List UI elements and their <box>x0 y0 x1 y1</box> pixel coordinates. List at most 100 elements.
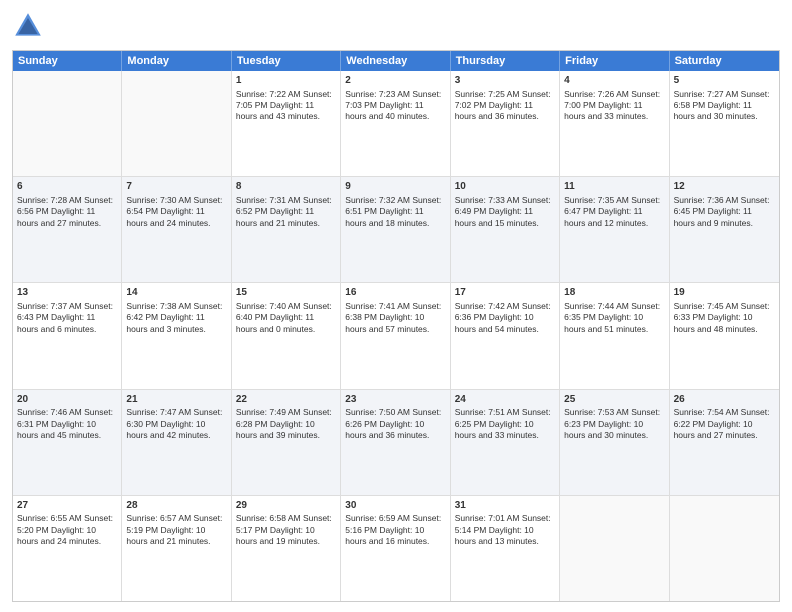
calendar-row: 6Sunrise: 7:28 AM Sunset: 6:56 PM Daylig… <box>13 177 779 283</box>
sunrise-text: Sunrise: 7:25 AM <box>455 89 520 99</box>
day-number: 28 <box>126 499 226 513</box>
day-number: 20 <box>17 393 117 407</box>
calendar-cell: 26Sunrise: 7:54 AM Sunset: 6:22 PM Dayli… <box>670 390 779 495</box>
calendar-body: 1Sunrise: 7:22 AM Sunset: 7:05 PM Daylig… <box>13 71 779 601</box>
logo-icon <box>12 10 44 42</box>
calendar-cell: 3Sunrise: 7:25 AM Sunset: 7:02 PM Daylig… <box>451 71 560 176</box>
day-number: 26 <box>674 393 775 407</box>
sunrise-text: Sunrise: 7:50 AM <box>345 407 410 417</box>
calendar-cell: 30Sunrise: 6:59 AM Sunset: 5:16 PM Dayli… <box>341 496 450 601</box>
calendar-cell: 8Sunrise: 7:31 AM Sunset: 6:52 PM Daylig… <box>232 177 341 282</box>
calendar-cell: 5Sunrise: 7:27 AM Sunset: 6:58 PM Daylig… <box>670 71 779 176</box>
empty-cell <box>670 496 779 601</box>
calendar-row: 27Sunrise: 6:55 AM Sunset: 5:20 PM Dayli… <box>13 496 779 601</box>
day-number: 19 <box>674 286 775 300</box>
sunrise-text: Sunrise: 7:23 AM <box>345 89 410 99</box>
sunrise-text: Sunrise: 7:41 AM <box>345 301 410 311</box>
sunrise-text: Sunrise: 7:38 AM <box>126 301 191 311</box>
calendar-cell: 24Sunrise: 7:51 AM Sunset: 6:25 PM Dayli… <box>451 390 560 495</box>
calendar-cell: 16Sunrise: 7:41 AM Sunset: 6:38 PM Dayli… <box>341 283 450 388</box>
sunrise-text: Sunrise: 7:46 AM <box>17 407 82 417</box>
day-number: 6 <box>17 180 117 194</box>
sunrise-text: Sunrise: 7:44 AM <box>564 301 629 311</box>
sunrise-text: Sunrise: 7:33 AM <box>455 195 520 205</box>
day-number: 8 <box>236 180 336 194</box>
day-number: 21 <box>126 393 226 407</box>
day-number: 18 <box>564 286 664 300</box>
day-number: 15 <box>236 286 336 300</box>
sunrise-text: Sunrise: 7:31 AM <box>236 195 301 205</box>
empty-cell <box>122 71 231 176</box>
calendar-row: 20Sunrise: 7:46 AM Sunset: 6:31 PM Dayli… <box>13 390 779 496</box>
page: SundayMondayTuesdayWednesdayThursdayFrid… <box>0 0 792 612</box>
calendar-cell: 25Sunrise: 7:53 AM Sunset: 6:23 PM Dayli… <box>560 390 669 495</box>
day-number: 11 <box>564 180 664 194</box>
calendar-cell: 22Sunrise: 7:49 AM Sunset: 6:28 PM Dayli… <box>232 390 341 495</box>
sunrise-text: Sunrise: 7:32 AM <box>345 195 410 205</box>
sunrise-text: Sunrise: 7:45 AM <box>674 301 739 311</box>
calendar-row: 13Sunrise: 7:37 AM Sunset: 6:43 PM Dayli… <box>13 283 779 389</box>
day-number: 29 <box>236 499 336 513</box>
calendar-cell: 23Sunrise: 7:50 AM Sunset: 6:26 PM Dayli… <box>341 390 450 495</box>
day-of-week-header: Wednesday <box>341 51 450 71</box>
sunrise-text: Sunrise: 7:51 AM <box>455 407 520 417</box>
calendar-cell: 4Sunrise: 7:26 AM Sunset: 7:00 PM Daylig… <box>560 71 669 176</box>
day-of-week-header: Saturday <box>670 51 779 71</box>
calendar: SundayMondayTuesdayWednesdayThursdayFrid… <box>12 50 780 602</box>
empty-cell <box>13 71 122 176</box>
calendar-cell: 19Sunrise: 7:45 AM Sunset: 6:33 PM Dayli… <box>670 283 779 388</box>
calendar-cell: 14Sunrise: 7:38 AM Sunset: 6:42 PM Dayli… <box>122 283 231 388</box>
day-number: 27 <box>17 499 117 513</box>
day-of-week-header: Monday <box>122 51 231 71</box>
sunrise-text: Sunrise: 7:35 AM <box>564 195 629 205</box>
sunrise-text: Sunrise: 7:42 AM <box>455 301 520 311</box>
day-number: 5 <box>674 74 775 88</box>
sunrise-text: Sunrise: 6:59 AM <box>345 513 410 523</box>
day-of-week-header: Thursday <box>451 51 560 71</box>
logo <box>12 10 48 42</box>
day-number: 10 <box>455 180 555 194</box>
calendar-header-row: SundayMondayTuesdayWednesdayThursdayFrid… <box>13 51 779 71</box>
calendar-cell: 9Sunrise: 7:32 AM Sunset: 6:51 PM Daylig… <box>341 177 450 282</box>
sunrise-text: Sunrise: 7:40 AM <box>236 301 301 311</box>
sunrise-text: Sunrise: 7:49 AM <box>236 407 301 417</box>
day-of-week-header: Friday <box>560 51 669 71</box>
day-number: 3 <box>455 74 555 88</box>
calendar-cell: 27Sunrise: 6:55 AM Sunset: 5:20 PM Dayli… <box>13 496 122 601</box>
calendar-cell: 31Sunrise: 7:01 AM Sunset: 5:14 PM Dayli… <box>451 496 560 601</box>
calendar-cell: 1Sunrise: 7:22 AM Sunset: 7:05 PM Daylig… <box>232 71 341 176</box>
calendar-cell: 11Sunrise: 7:35 AM Sunset: 6:47 PM Dayli… <box>560 177 669 282</box>
day-number: 24 <box>455 393 555 407</box>
day-number: 7 <box>126 180 226 194</box>
sunrise-text: Sunrise: 7:22 AM <box>236 89 301 99</box>
day-number: 22 <box>236 393 336 407</box>
calendar-cell: 28Sunrise: 6:57 AM Sunset: 5:19 PM Dayli… <box>122 496 231 601</box>
day-number: 17 <box>455 286 555 300</box>
day-number: 4 <box>564 74 664 88</box>
sunrise-text: Sunrise: 7:36 AM <box>674 195 739 205</box>
sunrise-text: Sunrise: 7:47 AM <box>126 407 191 417</box>
calendar-cell: 18Sunrise: 7:44 AM Sunset: 6:35 PM Dayli… <box>560 283 669 388</box>
day-number: 23 <box>345 393 445 407</box>
day-number: 2 <box>345 74 445 88</box>
sunrise-text: Sunrise: 6:58 AM <box>236 513 301 523</box>
sunrise-text: Sunrise: 7:28 AM <box>17 195 82 205</box>
calendar-cell: 7Sunrise: 7:30 AM Sunset: 6:54 PM Daylig… <box>122 177 231 282</box>
sunrise-text: Sunrise: 7:54 AM <box>674 407 739 417</box>
sunrise-text: Sunrise: 6:55 AM <box>17 513 82 523</box>
sunrise-text: Sunrise: 7:53 AM <box>564 407 629 417</box>
sunrise-text: Sunrise: 7:37 AM <box>17 301 82 311</box>
day-number: 1 <box>236 74 336 88</box>
calendar-cell: 12Sunrise: 7:36 AM Sunset: 6:45 PM Dayli… <box>670 177 779 282</box>
sunrise-text: Sunrise: 7:27 AM <box>674 89 739 99</box>
calendar-cell: 2Sunrise: 7:23 AM Sunset: 7:03 PM Daylig… <box>341 71 450 176</box>
sunrise-text: Sunrise: 7:26 AM <box>564 89 629 99</box>
day-of-week-header: Sunday <box>13 51 122 71</box>
calendar-cell: 29Sunrise: 6:58 AM Sunset: 5:17 PM Dayli… <box>232 496 341 601</box>
sunrise-text: Sunrise: 7:01 AM <box>455 513 520 523</box>
header <box>12 10 780 42</box>
calendar-cell: 10Sunrise: 7:33 AM Sunset: 6:49 PM Dayli… <box>451 177 560 282</box>
day-number: 25 <box>564 393 664 407</box>
day-number: 30 <box>345 499 445 513</box>
calendar-row: 1Sunrise: 7:22 AM Sunset: 7:05 PM Daylig… <box>13 71 779 177</box>
